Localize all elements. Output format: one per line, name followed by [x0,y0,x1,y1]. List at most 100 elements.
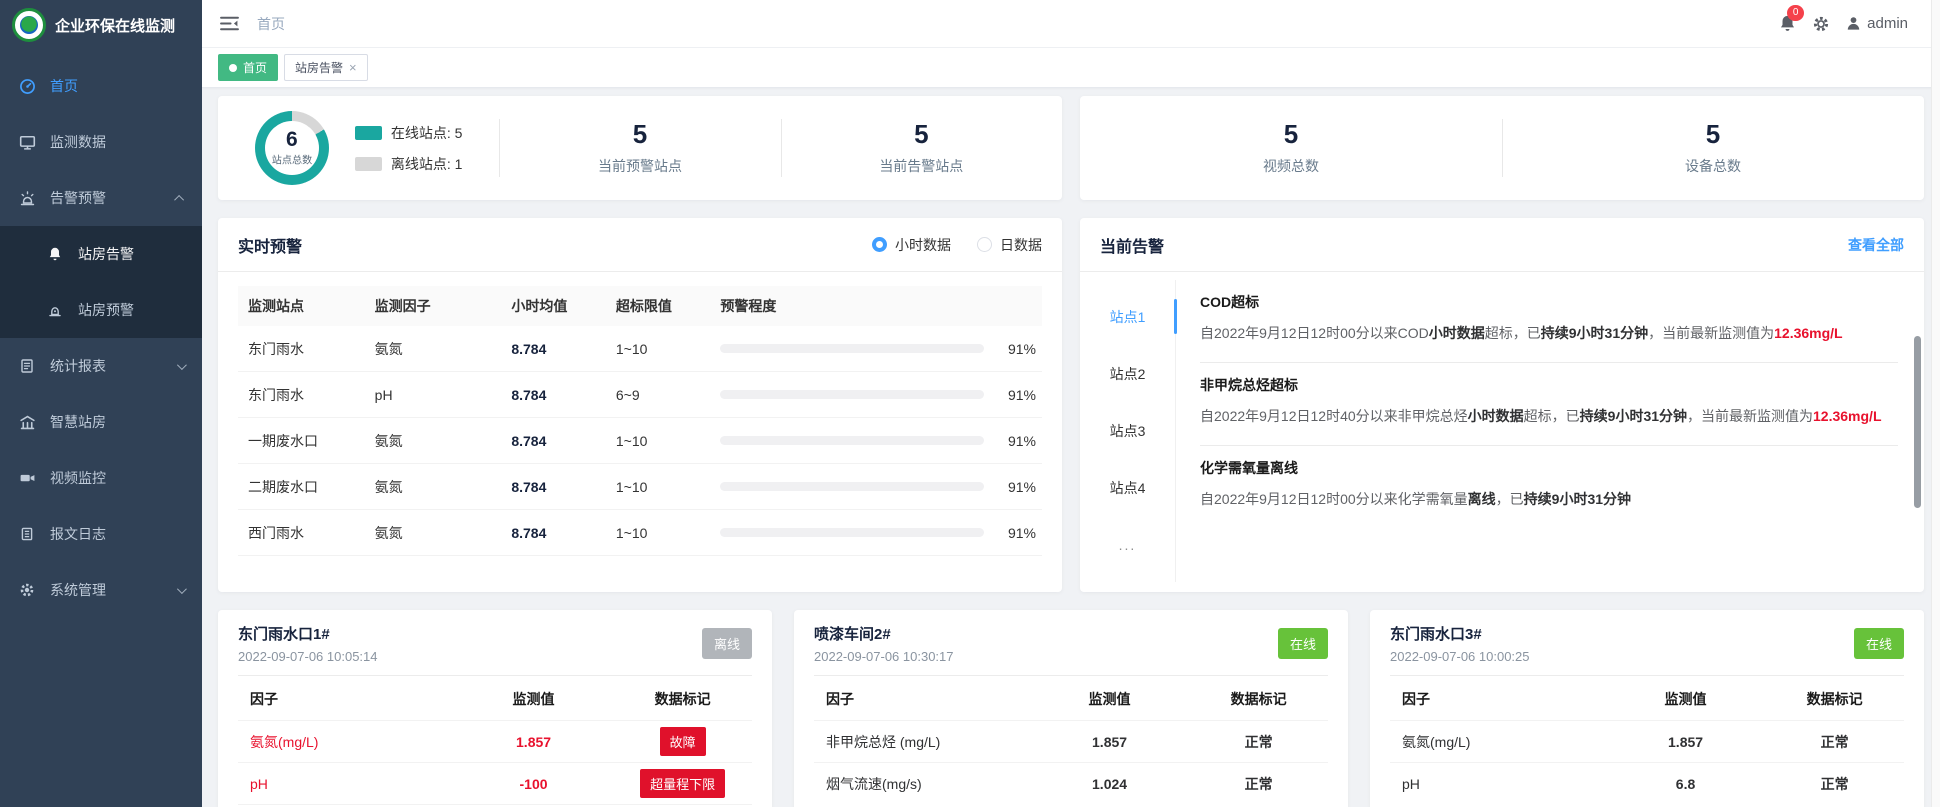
warning-limit: 1~10 [616,479,721,495]
sidebar-item-首页[interactable]: 首页 [0,58,202,114]
warning-bar-track [720,482,984,491]
radio-circle-icon [872,237,887,252]
device-total-label: 设备总数 [1685,156,1741,176]
alarm-text-segment: ，当前最新监测值为 [1687,408,1813,424]
warning-level-cell: 91% [720,433,1042,449]
data-mark: 正常 [1245,774,1273,794]
alarm-item: COD超标自2022年9月12日12时00分以来COD小时数据超标，已持续9小时… [1200,280,1898,363]
data-mark-cell: 故障 [613,727,752,756]
station-cards-row: 东门雨水口1#2022-09-07-06 10:05:14离线因子监测值数据标记… [218,610,1924,807]
sidebar-item-告警预警[interactable]: 告警预警 [0,170,202,226]
alarm-text-segment: ，当前最新监测值为 [1648,325,1774,341]
data-mark: 故障 [660,727,706,756]
sidebar-item-label: 告警预警 [50,188,106,208]
warning-hour-avg: 8.784 [511,525,616,541]
sidebar-subitem-站房预警[interactable]: 站房预警 [0,282,202,338]
sidebar-subitem-站房告警[interactable]: 站房告警 [0,226,202,282]
alarm-scrollbar[interactable] [1914,336,1921,508]
page-content: 6 站点总数 在线站点: 5 离线站点: 1 [202,88,1940,807]
sidebar-item-系统管理[interactable]: 系统管理 [0,562,202,618]
station-card-row: 氨氮(mg/L)1.857故障 [238,720,752,762]
station-card-东门雨水口3#: 东门雨水口3#2022-09-07-06 10:00:25在线因子监测值数据标记… [1370,610,1924,807]
station-stats-card: 6 站点总数 在线站点: 5 离线站点: 1 [218,96,1062,200]
data-mark-cell: 正常 [1765,774,1904,794]
chevron-down-icon [177,584,187,594]
alarm-item-title: 非甲烷总烃超标 [1200,375,1898,395]
tab-station-alarm[interactable]: 站房告警 [284,54,368,81]
app-logo-row: 企业环保在线监测 [0,0,202,50]
station-tab-站点2[interactable]: 站点2 [1080,345,1175,402]
station-card-timestamp: 2022-09-07-06 10:30:17 [814,649,954,664]
warning-level-cell: 91% [720,341,1042,357]
app-logo [12,8,46,42]
station-card-title: 喷漆车间2# [814,623,954,644]
station-card-header: 喷漆车间2#2022-09-07-06 10:30:17在线 [814,610,1328,676]
sidebar-item-label: 报文日志 [50,524,106,544]
warning-hour-avg: 8.784 [511,341,616,357]
sidebar-item-智慧站房[interactable]: 智慧站房 [0,394,202,450]
data-type-radio-group: 小时数据 日数据 [872,235,1042,255]
device-total-section: 5 设备总数 [1502,96,1924,200]
sidebar-subitem-label: 站房预警 [78,300,134,320]
sidebar-toggle-icon[interactable] [220,15,239,32]
factor-name: 非甲烷总烃 (mg/L) [814,732,1030,752]
station-card-table-head: 因子监测值数据标记 [1390,676,1904,720]
breadcrumb[interactable]: 首页 [257,14,285,34]
warning-level-cell: 91% [720,479,1042,495]
settings-gear-icon[interactable] [1812,15,1830,33]
station-card-header: 东门雨水口1#2022-09-07-06 10:05:14离线 [238,610,752,676]
sidebar-item-监测数据[interactable]: 监测数据 [0,114,202,170]
camera-icon [18,470,36,487]
tab-home[interactable]: 首页 [218,54,278,81]
alarm-stations-section: 5 当前告警站点 [781,96,1062,200]
tab-label: 站房告警 [295,59,343,76]
station-total-label: 站点总数 [272,152,312,167]
warning-percent: 91% [996,387,1036,403]
alarm-item-description: 自2022年9月12日12时00分以来化学需氧量离线，已持续9小时31分钟 [1200,487,1898,513]
close-icon[interactable] [349,61,357,74]
device-stats-card: 5 视频总数 5 设备总数 [1080,96,1924,200]
notification-badge: 0 [1787,5,1804,21]
warning-percent: 91% [996,341,1036,357]
sidebar-item-报文日志[interactable]: 报文日志 [0,506,202,562]
sidebar-item-统计报表[interactable]: 统计报表 [0,338,202,394]
alarm-text-segment: 自2022年9月12日12时00分以来COD [1200,325,1429,341]
warning-limit: 6~9 [616,387,721,403]
monitor-value: -100 [454,776,613,792]
station-card-col-header: 监测值 [1606,689,1765,709]
warning-col-header: 小时均值 [511,296,616,316]
station-tab-more[interactable]: ... [1080,516,1175,573]
station-card-title: 东门雨水口1# [238,623,378,644]
notification-bell-icon[interactable]: 0 [1778,14,1797,33]
gear-icon [18,582,36,598]
data-mark-cell: 正常 [1189,774,1328,794]
warning-col-header: 监测站点 [238,296,375,316]
log-icon [18,526,36,542]
alarm-item-description: 自2022年9月12日12时40分以来非甲烷总烃小时数据超标，已持续9小时31分… [1200,404,1898,430]
warning-hour-avg: 8.784 [511,479,616,495]
warning-station: 东门雨水 [238,385,375,405]
sidebar-menu: 首页监测数据告警预警站房告警站房预警统计报表智慧站房视频监控报文日志系统管理 [0,50,202,618]
alarm-item: 非甲烷总烃超标自2022年9月12日12时40分以来非甲烷总烃小时数据超标，已持… [1200,363,1898,446]
radio-小时数据[interactable]: 小时数据 [872,235,951,255]
station-card-row: 非甲烷总烃 (mg/L)1.857正常 [814,720,1328,762]
active-tab-dot [229,64,237,72]
panels-row: 实时预警 小时数据日数据 监测站点监测因子小时均值超标限值预警程度 东门雨水氨氮… [218,218,1924,592]
status-badge: 在线 [1854,628,1904,659]
station-card-titles: 东门雨水口1#2022-09-07-06 10:05:14 [238,623,378,664]
data-mark: 正常 [1821,732,1849,752]
warning-stations-section: 5 当前预警站点 [499,96,780,200]
warning-col-header: 监测因子 [375,296,512,316]
realtime-warning-panel: 实时预警 小时数据日数据 监测站点监测因子小时均值超标限值预警程度 东门雨水氨氮… [218,218,1062,592]
station-tab-站点4[interactable]: 站点4 [1080,459,1175,516]
radio-日数据[interactable]: 日数据 [977,235,1042,255]
station-tab-站点1[interactable]: 站点1 [1080,288,1175,345]
video-total-value: 5 [1263,120,1319,149]
warning-table-head: 监测站点监测因子小时均值超标限值预警程度 [238,286,1042,326]
user-menu[interactable]: admin [1845,15,1908,32]
data-mark-cell: 正常 [1765,732,1904,752]
page-scrollbar[interactable] [1931,0,1940,807]
sidebar-item-视频监控[interactable]: 视频监控 [0,450,202,506]
view-all-link[interactable]: 查看全部 [1848,235,1904,255]
station-tab-站点3[interactable]: 站点3 [1080,402,1175,459]
